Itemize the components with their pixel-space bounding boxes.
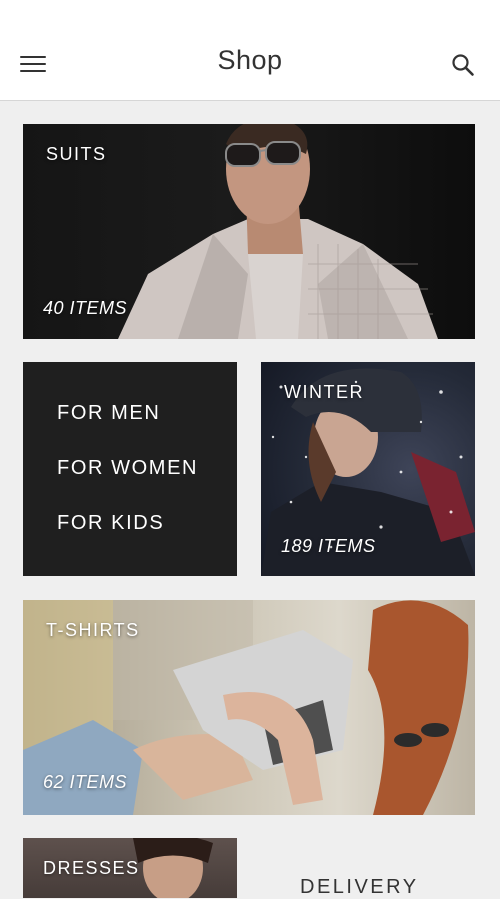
- winter-label: WINTER: [284, 382, 364, 402]
- dresses-label: DRESSES: [43, 858, 140, 878]
- suits-label: SUITS: [46, 144, 107, 164]
- winter-category-tile[interactable]: WINTER 189 ITEMS: [261, 362, 475, 576]
- suits-model-image: [118, 124, 438, 339]
- tshirts-category-tile[interactable]: T-SHIRTS 62 ITEMS: [23, 600, 475, 815]
- gender-category-box: FOR MEN FOR WOMEN FOR KIDS: [23, 362, 237, 576]
- delivery-link[interactable]: DELIVERY: [300, 876, 419, 899]
- page-title: Shop: [217, 45, 283, 75]
- suits-category-tile[interactable]: SUITS 40 ITEMS: [23, 124, 475, 339]
- app-header: Shop: [0, 0, 500, 101]
- dresses-category-tile[interactable]: DRESSES: [23, 838, 237, 898]
- for-men-link[interactable]: FOR MEN: [57, 402, 160, 425]
- search-icon[interactable]: [450, 52, 476, 78]
- winter-item-count: 189 ITEMS: [281, 536, 376, 556]
- for-women-link[interactable]: FOR WOMEN: [57, 457, 198, 480]
- tshirts-label: T-SHIRTS: [46, 620, 140, 640]
- tshirts-item-count: 62 ITEMS: [43, 772, 128, 792]
- suits-item-count: 40 ITEMS: [43, 298, 128, 318]
- for-kids-link[interactable]: FOR KIDS: [57, 512, 164, 535]
